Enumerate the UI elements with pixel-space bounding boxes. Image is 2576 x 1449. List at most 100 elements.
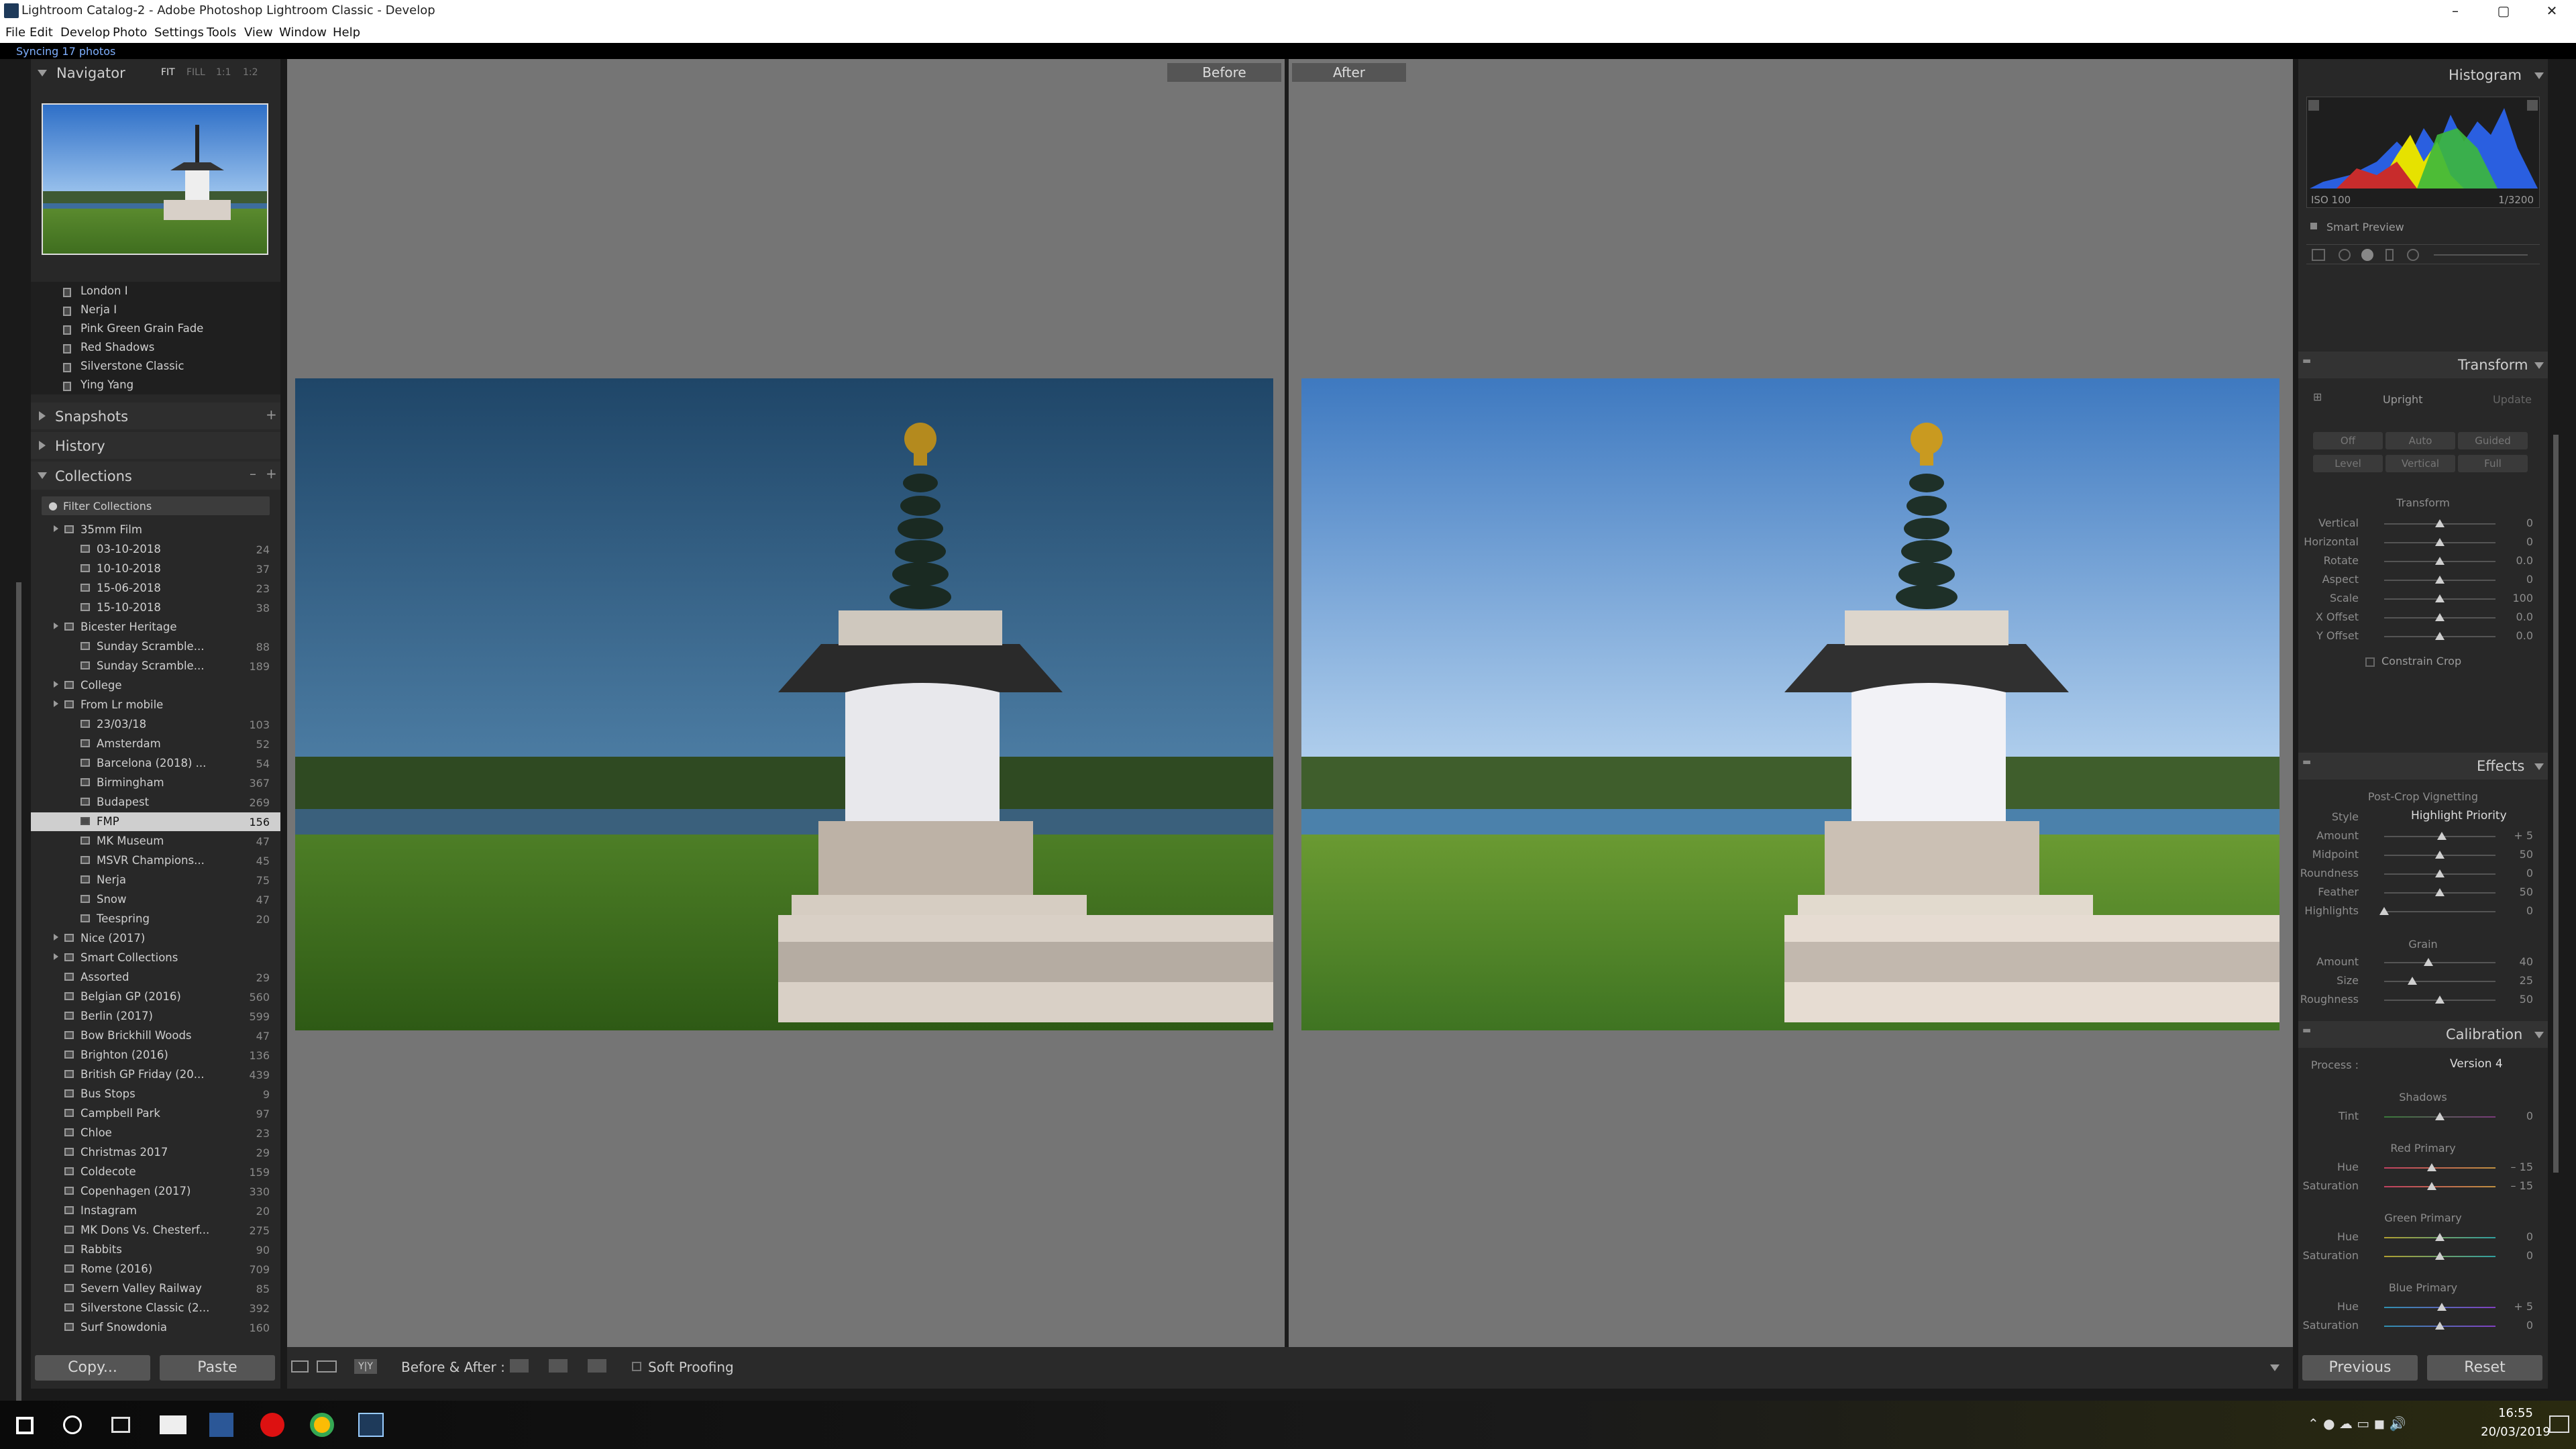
calibration-header[interactable]: ▬ Calibration — [2298, 1021, 2548, 1048]
slider-track[interactable] — [2384, 911, 2496, 912]
mail-icon[interactable] — [160, 1415, 186, 1434]
collection-row[interactable]: MK Dons Vs. Chesterf... 275 — [31, 1221, 280, 1240]
collection-row[interactable]: Coldecote 159 — [31, 1163, 280, 1181]
collection-row[interactable]: Bus Stops 9 — [31, 1085, 280, 1104]
after-photo[interactable] — [1301, 378, 2279, 1030]
system-tray-icons[interactable]: ⌃ ● ☁ ▭ ◼ 🔊 — [2308, 1415, 2406, 1432]
expand-icon[interactable] — [54, 934, 58, 941]
collection-row[interactable]: Rome (2016) 709 — [31, 1260, 280, 1279]
collection-row[interactable]: Belgian GP (2016) 560 — [31, 987, 280, 1006]
collection-row[interactable]: Silverstone Classic (2... 392 — [31, 1299, 280, 1318]
collection-row[interactable]: Bicester Heritage — [31, 618, 280, 637]
collection-row[interactable]: 35mm Film — [31, 521, 280, 539]
upright-auto-button[interactable]: Auto — [2385, 432, 2455, 449]
slider-thumb[interactable] — [2427, 1182, 2437, 1190]
clock-time[interactable]: 16:55 — [2469, 1406, 2563, 1420]
slider-thumb[interactable] — [2435, 1233, 2445, 1241]
collection-row[interactable]: College — [31, 676, 280, 695]
collection-row[interactable]: Christmas 2017 29 — [31, 1143, 280, 1162]
menu-settings[interactable]: Settings — [154, 25, 204, 40]
collection-row[interactable]: 15-06-2018 23 — [31, 579, 280, 598]
zoom-fit[interactable]: FIT — [161, 67, 175, 78]
menu-file[interactable]: File — [5, 25, 25, 40]
upright-vertical-button[interactable]: Vertical — [2385, 455, 2455, 472]
add-collection-icon[interactable]: + — [266, 466, 277, 482]
collection-row[interactable]: MK Museum 47 — [31, 832, 280, 851]
menu-view[interactable]: View — [244, 25, 273, 40]
histogram-header[interactable]: Histogram — [2298, 59, 2548, 91]
menu-develop[interactable]: Develop — [60, 25, 110, 40]
cortana-icon[interactable] — [63, 1415, 82, 1434]
collection-row[interactable]: Sunday Scramble... 88 — [31, 637, 280, 656]
maximize-button[interactable]: ▢ — [2479, 0, 2528, 21]
filter-collections-input[interactable]: ● Filter Collections — [42, 496, 270, 515]
expand-icon[interactable] — [54, 623, 58, 629]
crop-tool-icon[interactable] — [2312, 249, 2325, 261]
slider-thumb[interactable] — [2437, 1303, 2447, 1311]
slider-thumb[interactable] — [2407, 977, 2417, 985]
smart-preview-row[interactable]: Smart Preview — [2306, 220, 2540, 236]
collection-row[interactable]: Sunday Scramble... 189 — [31, 657, 280, 676]
shadow-clipping-icon[interactable] — [2308, 100, 2319, 111]
radial-filter-icon[interactable] — [2407, 249, 2419, 261]
slider-thumb[interactable] — [2435, 519, 2445, 527]
expand-icon[interactable] — [54, 700, 58, 707]
notifications-icon[interactable] — [2549, 1415, 2569, 1433]
slider-thumb[interactable] — [2435, 557, 2445, 565]
swap-before-after-icon[interactable] — [588, 1359, 606, 1373]
collection-row[interactable]: Nerja 75 — [31, 871, 280, 890]
slider-thumb[interactable] — [2435, 613, 2445, 621]
collection-row[interactable]: Rabbits 90 — [31, 1240, 280, 1259]
red-eye-icon[interactable] — [2361, 249, 2373, 261]
slider-thumb[interactable] — [2435, 594, 2445, 602]
brush-slider[interactable] — [2434, 254, 2528, 256]
upright-guided-button[interactable]: Guided — [2458, 432, 2528, 449]
slider-thumb[interactable] — [2435, 869, 2445, 877]
before-after-mode-icon[interactable]: Y|Y — [354, 1359, 377, 1374]
slider-thumb[interactable] — [2435, 888, 2445, 896]
clock-date[interactable]: 20/03/2019 — [2469, 1425, 2563, 1439]
collection-row[interactable]: Teespring 20 — [31, 910, 280, 928]
highlight-clipping-icon[interactable] — [2527, 100, 2538, 111]
slider-track[interactable] — [2384, 1167, 2496, 1169]
copy-after-to-before-icon[interactable] — [549, 1359, 568, 1373]
upright-off-button[interactable]: Off — [2313, 432, 2383, 449]
lastpass-icon[interactable] — [260, 1413, 284, 1437]
preset-item[interactable]: Pink Green Grain Fade — [80, 322, 203, 335]
navigator-header[interactable]: Navigator FIT FILL 1:1 1:2 — [31, 59, 280, 87]
menu-photo[interactable]: Photo — [113, 25, 147, 40]
graduated-filter-icon[interactable] — [2385, 249, 2394, 261]
process-dropdown[interactable]: Version 4 — [2450, 1057, 2503, 1071]
zoom-1-2[interactable]: 1:2 — [243, 67, 258, 78]
toolbar-menu-icon[interactable] — [2270, 1364, 2279, 1371]
start-windows-icon[interactable] — [16, 1417, 34, 1434]
effects-header[interactable]: ▬ Effects — [2298, 753, 2548, 780]
slider-thumb[interactable] — [2435, 538, 2445, 546]
collection-row[interactable]: British GP Friday (20... 439 — [31, 1065, 280, 1084]
add-snapshot-icon[interactable]: + — [266, 407, 277, 423]
slider-thumb[interactable] — [2435, 576, 2445, 584]
collection-row[interactable]: Copenhagen (2017) 330 — [31, 1182, 280, 1201]
chrome-icon[interactable] — [310, 1413, 334, 1437]
collection-row[interactable]: Amsterdam 52 — [31, 735, 280, 753]
slider-thumb[interactable] — [2435, 996, 2445, 1004]
upright-tool-icon[interactable]: ⊞ — [2313, 390, 2322, 403]
history-header[interactable]: History — [31, 432, 280, 459]
collection-row[interactable]: Smart Collections — [31, 949, 280, 967]
paste-settings-button[interactable]: Paste — [160, 1355, 275, 1381]
collections-header[interactable]: Collections – + — [31, 462, 280, 490]
slider-thumb[interactable] — [2424, 958, 2434, 966]
slider-thumb[interactable] — [2435, 1322, 2445, 1330]
collection-row[interactable]: FMP 156 — [31, 812, 280, 831]
copy-before-to-after-icon[interactable] — [510, 1359, 529, 1373]
left-scrollbar[interactable] — [16, 582, 21, 1414]
constrain-crop-checkbox[interactable] — [2365, 657, 2375, 667]
previous-button[interactable]: Previous — [2302, 1355, 2418, 1381]
collection-row[interactable]: Instagram 20 — [31, 1201, 280, 1220]
slider-thumb[interactable] — [2435, 1252, 2445, 1260]
zoom-1-1[interactable]: 1:1 — [216, 67, 231, 78]
collection-row[interactable]: Nice (2017) — [31, 929, 280, 948]
slider-track[interactable] — [2384, 962, 2496, 963]
slider-thumb[interactable] — [2435, 1112, 2445, 1120]
collection-row[interactable]: Brighton (2016) 136 — [31, 1046, 280, 1065]
